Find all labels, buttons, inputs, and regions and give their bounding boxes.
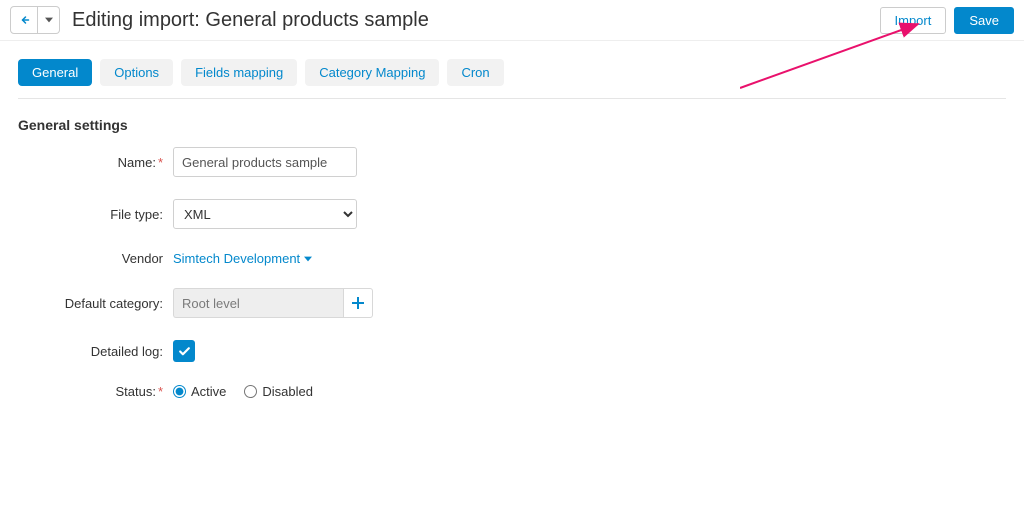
row-name: Name:* xyxy=(18,147,1006,177)
default-category-field: Root level xyxy=(173,288,343,318)
tab-cron[interactable]: Cron xyxy=(447,59,503,86)
section-title: General settings xyxy=(18,117,1006,133)
required-asterisk: * xyxy=(158,155,163,170)
label-name: Name:* xyxy=(18,155,173,170)
row-status: Status:* Active Disabled xyxy=(18,384,1006,399)
header-actions: Import Save xyxy=(880,7,1014,34)
add-category-button[interactable] xyxy=(343,288,373,318)
status-radio-disabled-label: Disabled xyxy=(262,384,313,399)
row-detailed-log: Detailed log: xyxy=(18,340,1006,362)
content-area: General Options Fields mapping Category … xyxy=(0,41,1024,439)
page-title: Editing import: General products sample xyxy=(72,9,880,32)
back-button-group xyxy=(10,6,60,34)
check-icon xyxy=(178,345,191,358)
tabs-nav: General Options Fields mapping Category … xyxy=(18,59,1006,99)
required-asterisk: * xyxy=(158,384,163,399)
status-radio-active[interactable]: Active xyxy=(173,384,226,399)
tab-category-mapping[interactable]: Category Mapping xyxy=(305,59,439,86)
vendor-value: Simtech Development xyxy=(173,251,300,266)
row-default-category: Default category: Root level xyxy=(18,288,1006,318)
arrow-left-icon xyxy=(18,14,30,26)
status-radio-disabled[interactable]: Disabled xyxy=(244,384,313,399)
detailed-log-checkbox[interactable] xyxy=(173,340,195,362)
tab-general[interactable]: General xyxy=(18,59,92,86)
tab-fields-mapping[interactable]: Fields mapping xyxy=(181,59,297,86)
status-radio-disabled-input[interactable] xyxy=(244,385,257,398)
plus-icon xyxy=(352,297,364,309)
label-file-type: File type: xyxy=(18,207,173,222)
vendor-dropdown[interactable]: Simtech Development xyxy=(173,251,312,266)
name-input[interactable] xyxy=(173,147,357,177)
import-button[interactable]: Import xyxy=(880,7,947,34)
label-detailed-log: Detailed log: xyxy=(18,344,173,359)
label-status: Status:* xyxy=(18,384,173,399)
back-dropdown-button[interactable] xyxy=(38,6,60,34)
status-radio-active-label: Active xyxy=(191,384,226,399)
tab-options[interactable]: Options xyxy=(100,59,173,86)
back-button[interactable] xyxy=(10,6,38,34)
file-type-select[interactable]: XML xyxy=(173,199,357,229)
page-header: Editing import: General products sample … xyxy=(0,0,1024,41)
save-button[interactable]: Save xyxy=(954,7,1014,34)
row-file-type: File type: XML xyxy=(18,199,1006,229)
label-vendor: Vendor xyxy=(18,251,173,266)
caret-down-icon xyxy=(304,256,312,262)
caret-down-icon xyxy=(45,16,53,24)
row-vendor: Vendor Simtech Development xyxy=(18,251,1006,266)
status-radio-active-input[interactable] xyxy=(173,385,186,398)
label-default-category: Default category: xyxy=(18,296,173,311)
